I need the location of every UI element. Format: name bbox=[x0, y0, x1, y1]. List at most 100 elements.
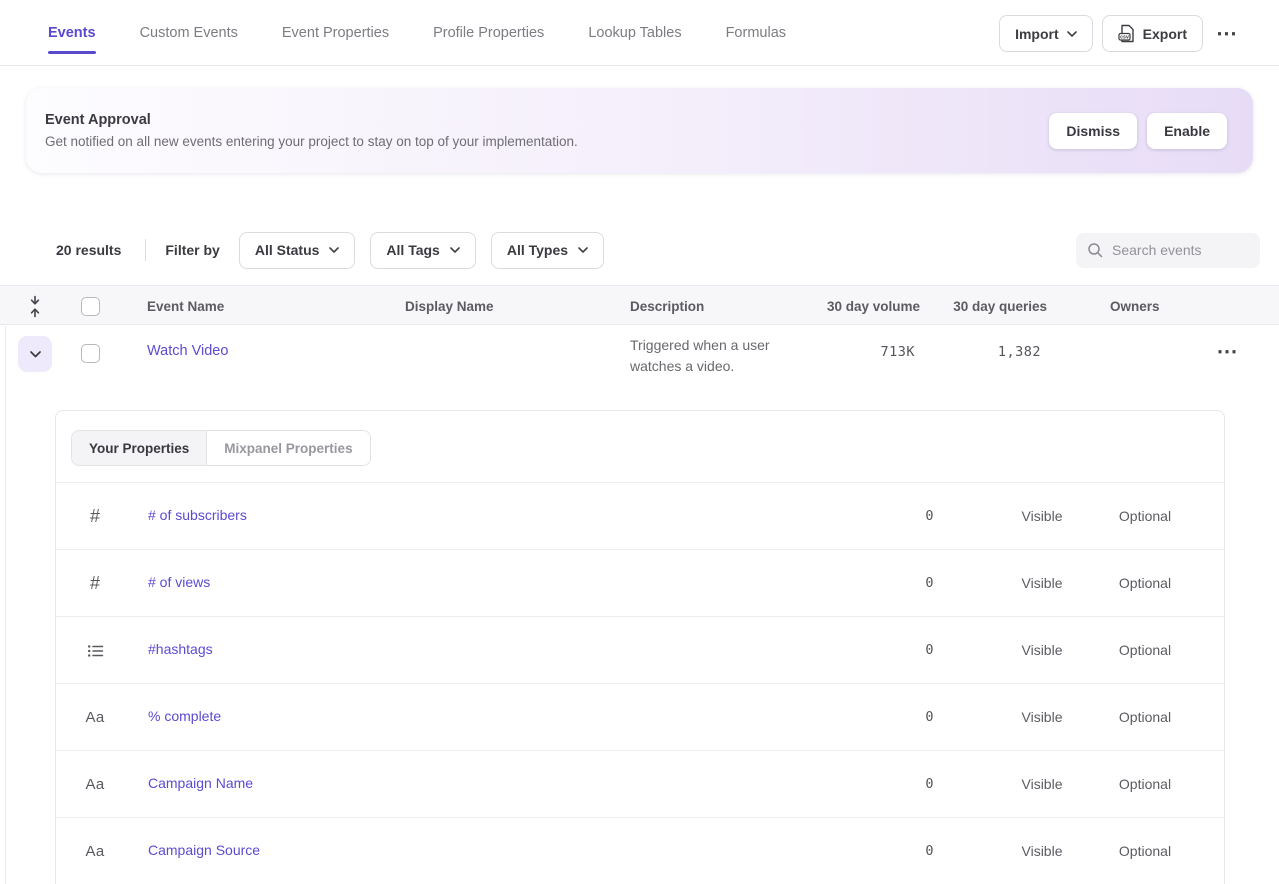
column-display-name: Display Name bbox=[405, 286, 494, 326]
divider bbox=[145, 239, 146, 261]
row-more-button[interactable]: ⋯ bbox=[1203, 332, 1251, 370]
chevron-down-icon bbox=[1067, 31, 1077, 37]
property-visibility: Visible bbox=[992, 776, 1092, 792]
search-icon bbox=[1087, 242, 1103, 258]
properties-tab-switcher: Your Properties Mixpanel Properties bbox=[71, 430, 371, 466]
property-requirement: Optional bbox=[1095, 843, 1195, 859]
property-visibility: Visible bbox=[992, 843, 1092, 859]
property-visibility: Visible bbox=[992, 642, 1092, 658]
event-approval-banner: Event Approval Get notified on all new e… bbox=[26, 88, 1253, 173]
select-all-cell bbox=[81, 286, 100, 326]
search-events-box[interactable] bbox=[1076, 233, 1260, 268]
property-count: 0 bbox=[804, 776, 934, 792]
lexicon-events-page: Events Custom Events Event Properties Pr… bbox=[0, 0, 1279, 884]
chevron-down-icon bbox=[30, 351, 41, 358]
tab-mixpanel-properties[interactable]: Mixpanel Properties bbox=[206, 431, 369, 465]
events-table-header: Event Name Display Name Description 30 d… bbox=[0, 285, 1279, 325]
column-queries: 30 day queries bbox=[917, 286, 1047, 326]
tab-your-properties[interactable]: Your Properties bbox=[72, 431, 206, 465]
event-name-link[interactable]: Watch Video bbox=[147, 343, 228, 359]
tab-events[interactable]: Events bbox=[48, 0, 96, 66]
banner-title: Event Approval bbox=[45, 112, 578, 128]
property-name-link[interactable]: #hashtags bbox=[148, 641, 213, 657]
column-volume: 30 day volume bbox=[790, 286, 920, 326]
export-button[interactable]: csv Export bbox=[1102, 15, 1203, 52]
search-events-input[interactable] bbox=[1112, 242, 1249, 258]
property-visibility: Visible bbox=[992, 508, 1092, 524]
property-requirement: Optional bbox=[1095, 776, 1195, 792]
row-checkbox[interactable] bbox=[81, 344, 100, 363]
hash-icon: # bbox=[79, 550, 111, 617]
csv-file-icon: csv bbox=[1118, 24, 1135, 43]
property-requirement: Optional bbox=[1095, 575, 1195, 591]
property-row: Aa % complete 0 Visible Optional bbox=[56, 684, 1224, 751]
banner-actions: Dismiss Enable bbox=[1049, 113, 1227, 149]
filter-toolbar: 20 results Filter by All Status All Tags… bbox=[56, 231, 1260, 269]
banner-description: Get notified on all new events entering … bbox=[45, 134, 578, 149]
dismiss-button[interactable]: Dismiss bbox=[1049, 113, 1137, 149]
property-requirement: Optional bbox=[1095, 508, 1195, 524]
property-row: # # of subscribers 0 Visible Optional bbox=[56, 483, 1224, 550]
top-nav-bar: Events Custom Events Event Properties Pr… bbox=[0, 0, 1279, 66]
collapse-row-button[interactable] bbox=[18, 336, 52, 372]
property-requirement: Optional bbox=[1095, 642, 1195, 658]
chevron-down-icon bbox=[578, 247, 588, 253]
svg-text:csv: csv bbox=[1120, 35, 1129, 41]
expanded-row-outline bbox=[5, 326, 6, 884]
tab-event-properties[interactable]: Event Properties bbox=[282, 0, 389, 66]
banner-text: Event Approval Get notified on all new e… bbox=[45, 112, 578, 149]
tab-profile-properties[interactable]: Profile Properties bbox=[433, 0, 544, 66]
text-type-icon: Aa bbox=[79, 751, 111, 818]
tab-formulas[interactable]: Formulas bbox=[726, 0, 786, 66]
property-row: Aa Campaign Name 0 Visible Optional bbox=[56, 751, 1224, 818]
tab-custom-events[interactable]: Custom Events bbox=[140, 0, 238, 66]
column-owners: Owners bbox=[1110, 286, 1160, 326]
property-row: # # of views 0 Visible Optional bbox=[56, 550, 1224, 617]
text-type-icon: Aa bbox=[79, 684, 111, 751]
chevron-down-icon bbox=[329, 247, 339, 253]
property-visibility: Visible bbox=[992, 575, 1092, 591]
tags-filter-label: All Tags bbox=[386, 242, 439, 258]
property-row: #hashtags 0 Visible Optional bbox=[56, 617, 1224, 684]
status-filter-dropdown[interactable]: All Status bbox=[239, 232, 356, 269]
tab-lookup-tables[interactable]: Lookup Tables bbox=[588, 0, 681, 66]
property-count: 0 bbox=[804, 709, 934, 725]
export-button-label: Export bbox=[1143, 26, 1187, 42]
select-all-checkbox[interactable] bbox=[81, 297, 100, 316]
column-event-name: Event Name bbox=[147, 286, 224, 326]
chevron-down-icon bbox=[450, 247, 460, 253]
import-button-label: Import bbox=[1015, 26, 1059, 42]
event-queries: 1,382 bbox=[911, 344, 1041, 360]
event-volume: 713K bbox=[785, 344, 915, 360]
property-count: 0 bbox=[804, 642, 934, 658]
list-icon bbox=[79, 617, 111, 684]
tags-filter-dropdown[interactable]: All Tags bbox=[370, 232, 475, 269]
property-visibility: Visible bbox=[992, 709, 1092, 725]
event-description: Triggered when a user watches a video. bbox=[630, 335, 810, 377]
status-filter-label: All Status bbox=[255, 242, 320, 258]
types-filter-dropdown[interactable]: All Types bbox=[491, 232, 604, 269]
filter-by-label: Filter by bbox=[165, 242, 219, 258]
types-filter-label: All Types bbox=[507, 242, 568, 258]
hash-icon: # bbox=[79, 483, 111, 550]
property-name-link[interactable]: # of subscribers bbox=[148, 507, 247, 523]
properties-list: # # of subscribers 0 Visible Optional # … bbox=[56, 482, 1224, 884]
property-count: 0 bbox=[804, 843, 934, 859]
column-description: Description bbox=[630, 286, 704, 326]
property-row: Aa Campaign Source 0 Visible Optional bbox=[56, 818, 1224, 884]
property-name-link[interactable]: Campaign Name bbox=[148, 775, 253, 791]
text-type-icon: Aa bbox=[79, 818, 111, 884]
header-more-button[interactable]: ⋯ bbox=[1212, 23, 1241, 44]
topbar-actions: Import csv Export ⋯ bbox=[999, 15, 1241, 52]
properties-panel: Your Properties Mixpanel Properties # # … bbox=[55, 410, 1225, 884]
results-count: 20 results bbox=[56, 242, 121, 258]
property-name-link[interactable]: % complete bbox=[148, 708, 221, 724]
property-count: 0 bbox=[804, 508, 934, 524]
property-name-link[interactable]: Campaign Source bbox=[148, 842, 260, 858]
property-name-link[interactable]: # of views bbox=[148, 574, 210, 590]
collapse-all-icon[interactable] bbox=[28, 286, 42, 326]
import-button[interactable]: Import bbox=[999, 15, 1093, 52]
enable-button[interactable]: Enable bbox=[1147, 113, 1227, 149]
property-count: 0 bbox=[804, 575, 934, 591]
table-row-watch-video: Watch Video Triggered when a user watche… bbox=[0, 326, 1279, 410]
